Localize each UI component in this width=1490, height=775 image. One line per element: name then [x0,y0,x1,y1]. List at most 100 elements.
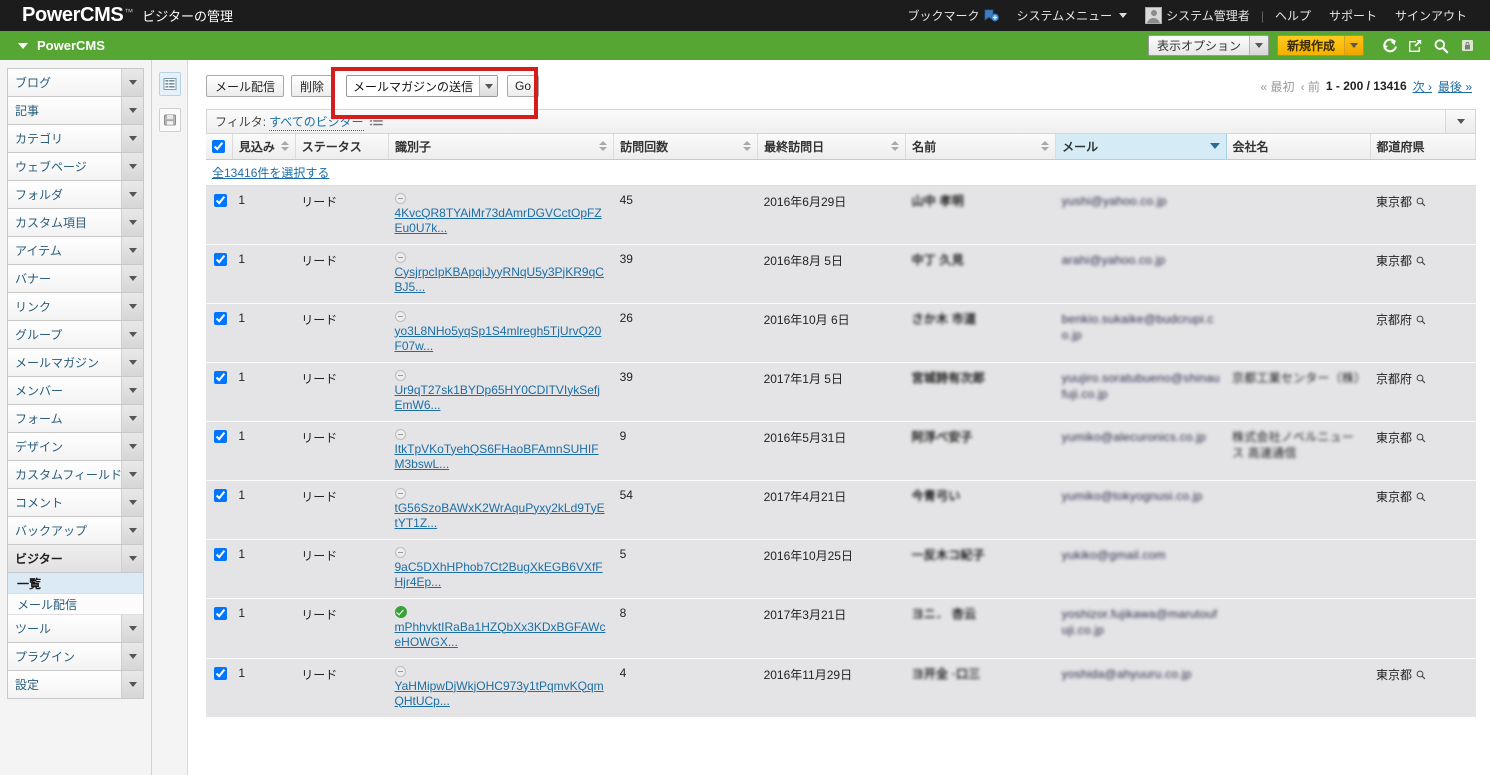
filter-list-icon[interactable] [369,116,383,127]
column-header-name[interactable]: 名前 [905,134,1057,160]
column-header-ident[interactable]: 識別子 [388,134,615,160]
identifier-link[interactable]: 4KvcQR8TYAiMr73dAmrDGVCctOpFZEu0U7k... [395,206,602,235]
column-header-status[interactable]: ステータス [295,134,390,160]
row-checkbox[interactable] [214,429,227,443]
save-view-icon[interactable] [158,108,181,132]
table-row[interactable]: 1 リード 4KvcQR8TYAiMr73dAmrDGVCctOpFZEu0U7k.… [206,185,1476,245]
select-all-link[interactable]: 全13416件を選択する [212,166,329,180]
sidebar-expand-icon[interactable] [121,293,143,320]
refresh-icon[interactable] [1376,35,1402,57]
sidebar-item-17[interactable]: ビジター [8,545,143,573]
sidebar-item-6[interactable]: アイテム [8,237,143,265]
site-name-label[interactable]: PowerCMS [37,38,105,53]
sidebar-expand-icon[interactable] [121,489,143,516]
sidebar-expand-icon[interactable] [121,265,143,292]
current-user[interactable]: システム管理者 [1136,7,1259,24]
sidebar-expand-icon[interactable] [121,97,143,124]
external-link-icon[interactable] [1402,35,1428,57]
sidebar-item-20[interactable]: 設定 [8,671,143,699]
magnifier-icon[interactable] [1416,255,1426,269]
sidebar-expand-icon[interactable] [121,615,143,642]
sidebar-expand-icon[interactable] [121,181,143,208]
go-button[interactable]: Go [507,75,540,97]
row-checkbox[interactable] [214,666,227,680]
sidebar-expand-icon[interactable] [121,643,143,670]
sidebar-item-2[interactable]: カテゴリ [8,125,143,153]
column-header-mail[interactable]: メール [1055,134,1227,160]
sidebar-expand-icon[interactable] [121,377,143,404]
create-new-button[interactable]: 新規作成 [1276,35,1364,56]
sidebar-item-15[interactable]: コメント [8,489,143,517]
table-row[interactable]: 1 リード Ur9qT27sk1BYDp65HY0CDITVIykSefjEmW6.… [206,362,1476,422]
sort-icon[interactable] [891,141,900,152]
sidebar-item-14[interactable]: カスタムフィールド [8,461,143,489]
identifier-link[interactable]: YaHMipwDjWkjOHC973y1tPqmvKQqmQHtUCp... [395,679,604,708]
sidebar-subitem-1[interactable]: メール配信 [8,594,143,615]
sort-icon[interactable] [280,141,289,152]
magnifier-icon[interactable] [1416,196,1426,210]
list-view-icon[interactable] [158,72,181,96]
magnifier-icon[interactable] [1416,491,1426,505]
row-checkbox[interactable] [214,488,227,502]
sidebar-expand-icon[interactable] [121,321,143,348]
sort-icon[interactable] [743,141,752,152]
identifier-link[interactable]: 9aC5DXhHPhob7Ct2BugXkEGB6VXfFHjr4Ep... [395,560,603,589]
bookmark-link[interactable]: ブックマーク [899,7,1008,24]
row-checkbox[interactable] [214,547,227,561]
sidebar-item-10[interactable]: メールマガジン [8,349,143,377]
identifier-link[interactable]: ItkTpVKoTyehQS6FHaoBFAmnSUHIFM3bswL... [395,442,599,471]
select-all-checkbox[interactable] [212,139,225,153]
sidebar-expand-icon[interactable] [121,405,143,432]
table-row[interactable]: 1 リード tG56SzoBAWxK2WrAquPyxy2kLd9TyEtYT1Z.… [206,480,1476,540]
row-checkbox[interactable] [214,606,227,620]
signout-link[interactable]: サインアウト [1386,7,1476,24]
sidebar-expand-icon[interactable] [121,517,143,544]
column-header-company[interactable]: 会社名 [1226,134,1371,160]
identifier-link[interactable]: yo3L8NHo5yqSp1S4mlregh5TjUrvQ20F07w... [395,324,602,353]
help-link[interactable]: ヘルプ [1266,7,1320,24]
sidebar-expand-icon[interactable] [121,671,143,698]
column-header-pref[interactable]: 都道府県 [1370,134,1476,160]
display-options-caret[interactable] [1248,36,1268,55]
lock-icon[interactable] [1454,35,1480,57]
table-row[interactable]: 1 リード YaHMipwDjWkjOHC973y1tPqmvKQqmQHtUCp.… [206,658,1476,718]
sidebar-expand-icon[interactable] [121,125,143,152]
sidebar-item-7[interactable]: バナー [8,265,143,293]
sidebar-item-18[interactable]: ツール [8,615,143,643]
magnifier-icon[interactable] [1416,314,1426,328]
sidebar-subitem-0[interactable]: 一覧 [8,573,143,594]
sidebar-expand-icon[interactable] [121,433,143,460]
row-checkbox[interactable] [214,252,227,266]
identifier-link[interactable]: Ur9qT27sk1BYDp65HY0CDITVIykSefjEmW6... [395,383,600,412]
column-header-visits[interactable]: 訪問回数 [613,134,759,160]
chevron-down-icon[interactable] [479,76,498,96]
column-header-check[interactable] [206,134,233,160]
sidebar-expand-icon[interactable] [121,545,143,572]
magnifier-icon[interactable] [1416,669,1426,683]
sidebar-expand-icon[interactable] [121,209,143,236]
create-new-caret[interactable] [1344,36,1363,55]
system-menu-dropdown[interactable]: システムメニュー [1008,7,1137,24]
sidebar-item-19[interactable]: プラグイン [8,643,143,671]
sort-icon[interactable] [1041,141,1050,152]
sidebar-item-3[interactable]: ウェブページ [8,153,143,181]
sort-icon[interactable] [599,141,608,152]
sidebar-item-9[interactable]: グループ [8,321,143,349]
sidebar-item-12[interactable]: フォーム [8,405,143,433]
column-menu-icon[interactable] [1209,143,1220,150]
table-row[interactable]: 1 リード 9aC5DXhHPhob7Ct2BugXkEGB6VXfFHjr4Ep.… [206,539,1476,599]
bulk-action-select[interactable]: メールマガジンの送信 [346,75,499,97]
row-checkbox[interactable] [214,370,227,384]
sidebar-item-1[interactable]: 記事 [8,97,143,125]
sidebar-expand-icon[interactable] [121,349,143,376]
caret-down-icon[interactable] [18,42,28,49]
row-checkbox[interactable] [214,311,227,325]
column-header-lastvisit[interactable]: 最終訪問日 [757,134,907,160]
sidebar-item-8[interactable]: リンク [8,293,143,321]
pagination-next[interactable]: 次 › [1413,78,1432,95]
identifier-link[interactable]: mPhhvktIRaBa1HZQbXx3KDxBGFAWceHOWGX... [395,620,606,649]
mail-delivery-button[interactable]: メール配信 [206,75,285,97]
delete-button[interactable]: 削除 [291,75,334,97]
identifier-link[interactable]: tG56SzoBAWxK2WrAquPyxy2kLd9TyEtYT1Z... [395,501,605,530]
table-row[interactable]: 1 リード CysjrpcIpKBApqiJyyRNqU5y3PjKR9qCBJ5.… [206,244,1476,304]
